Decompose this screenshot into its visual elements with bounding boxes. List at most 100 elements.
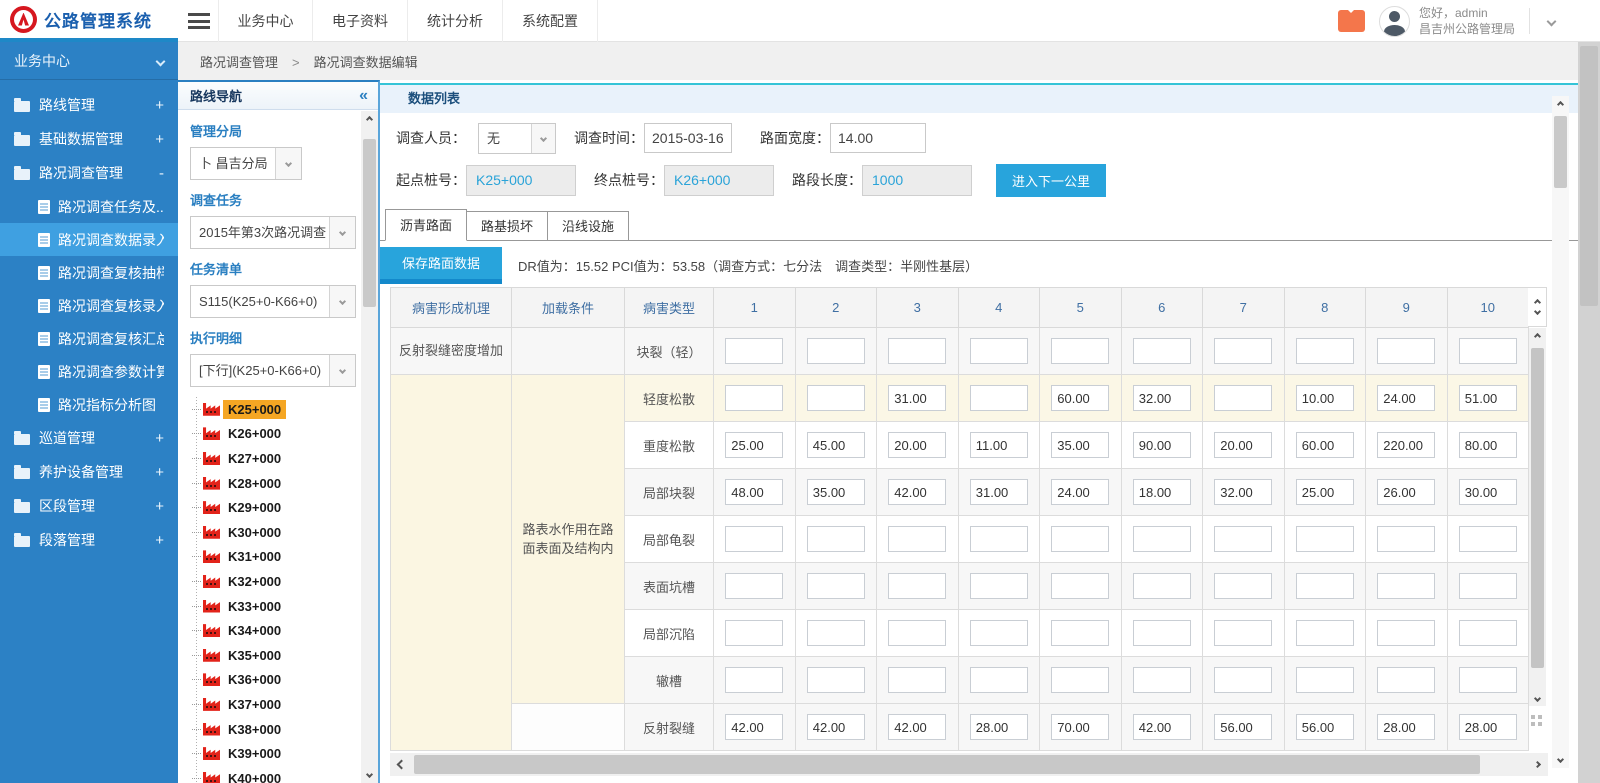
- page-scrollbar[interactable]: [1578, 42, 1600, 783]
- damage-value-input[interactable]: [1296, 526, 1354, 552]
- damage-value-input[interactable]: [1459, 432, 1517, 458]
- damage-value-input[interactable]: [1051, 338, 1109, 364]
- damage-value-input[interactable]: [807, 620, 865, 646]
- surveyor-select[interactable]: 无: [478, 123, 556, 154]
- damage-value-input[interactable]: [1459, 338, 1517, 364]
- damage-value-input[interactable]: [1377, 479, 1435, 505]
- damage-value-input[interactable]: [1133, 573, 1191, 599]
- damage-value-input[interactable]: [807, 432, 865, 458]
- chevron-down-icon[interactable]: [1548, 12, 1555, 30]
- tree-item[interactable]: K27+000: [192, 446, 360, 471]
- damage-value-input[interactable]: [1459, 385, 1517, 411]
- table-vertical-scrollbar[interactable]: [1529, 328, 1546, 706]
- damage-value-input[interactable]: [1133, 432, 1191, 458]
- damage-value-input[interactable]: [1214, 385, 1272, 411]
- survey-time-input[interactable]: [644, 123, 732, 153]
- damage-value-input[interactable]: [1459, 573, 1517, 599]
- task-list-select[interactable]: S115(K25+0-K66+0): [190, 285, 356, 318]
- sidebar-item[interactable]: 路况调查复核汇总: [0, 322, 178, 355]
- damage-value-input[interactable]: [807, 526, 865, 552]
- damage-value-input[interactable]: [725, 479, 783, 505]
- damage-value-input[interactable]: [970, 338, 1028, 364]
- sidebar-item[interactable]: 路况调查管理-: [0, 156, 178, 190]
- chevron-down-icon[interactable]: [329, 217, 355, 248]
- exec-detail-select[interactable]: [下行](K25+0-K66+0): [190, 354, 356, 387]
- damage-value-input[interactable]: [1377, 714, 1435, 740]
- damage-value-input[interactable]: [1296, 667, 1354, 693]
- damage-value-input[interactable]: [1377, 338, 1435, 364]
- damage-value-input[interactable]: [1214, 338, 1272, 364]
- damage-value-input[interactable]: [970, 573, 1028, 599]
- scroll-up-icon[interactable]: [1533, 299, 1540, 306]
- expand-toggle-icon[interactable]: -: [159, 165, 164, 182]
- collapse-panel-icon[interactable]: «: [359, 87, 368, 105]
- damage-value-input[interactable]: [1296, 338, 1354, 364]
- damage-value-input[interactable]: [1133, 526, 1191, 552]
- scroll-up-icon[interactable]: [361, 111, 378, 128]
- tab[interactable]: 路基损坏: [466, 211, 548, 241]
- avatar[interactable]: [1379, 6, 1410, 37]
- tree-item[interactable]: K35+000: [192, 643, 360, 668]
- damage-value-input[interactable]: [1051, 432, 1109, 458]
- mail-icon[interactable]: [1338, 10, 1365, 32]
- scrollbar-thumb[interactable]: [1531, 348, 1544, 668]
- scrollbar-thumb[interactable]: [363, 139, 376, 307]
- top-nav-item[interactable]: 业务中心: [218, 0, 313, 42]
- expand-toggle-icon[interactable]: +: [155, 430, 164, 447]
- damage-value-input[interactable]: [1296, 620, 1354, 646]
- scrollbar-thumb[interactable]: [1580, 46, 1598, 306]
- save-pavement-data-button[interactable]: 保存路面数据: [380, 247, 502, 284]
- damage-value-input[interactable]: [725, 573, 783, 599]
- damage-value-input[interactable]: [1214, 620, 1272, 646]
- damage-value-input[interactable]: [970, 714, 1028, 740]
- damage-value-input[interactable]: [1133, 385, 1191, 411]
- damage-value-input[interactable]: [807, 714, 865, 740]
- damage-value-input[interactable]: [1133, 620, 1191, 646]
- damage-value-input[interactable]: [1214, 432, 1272, 458]
- damage-value-input[interactable]: [725, 714, 783, 740]
- sidebar-item[interactable]: 段落管理+: [0, 523, 178, 557]
- damage-value-input[interactable]: [1377, 385, 1435, 411]
- damage-value-input[interactable]: [1214, 714, 1272, 740]
- tree-item[interactable]: K28+000: [192, 471, 360, 496]
- sidebar-item[interactable]: 基础数据管理+: [0, 122, 178, 156]
- sidebar-item[interactable]: 路况调查参数计算: [0, 355, 178, 388]
- scroll-down-icon[interactable]: [1552, 751, 1569, 768]
- expand-toggle-icon[interactable]: +: [155, 532, 164, 549]
- damage-value-input[interactable]: [888, 338, 946, 364]
- damage-value-input[interactable]: [725, 620, 783, 646]
- tree-item[interactable]: K33+000: [192, 594, 360, 619]
- scrollbar-thumb[interactable]: [414, 755, 1480, 774]
- column-scroll-buttons[interactable]: [1528, 287, 1547, 327]
- damage-value-input[interactable]: [1133, 667, 1191, 693]
- damage-value-input[interactable]: [1133, 714, 1191, 740]
- sidebar-item[interactable]: 路线管理+: [0, 88, 178, 122]
- damage-value-input[interactable]: [888, 667, 946, 693]
- top-nav-item[interactable]: 统计分析: [408, 0, 503, 42]
- damage-value-input[interactable]: [1214, 667, 1272, 693]
- resize-grip-icon[interactable]: [1531, 715, 1545, 729]
- end-stake-input[interactable]: [664, 165, 774, 196]
- chevron-down-icon[interactable]: [329, 286, 355, 317]
- top-nav-item[interactable]: 电子资料: [313, 0, 408, 42]
- tree-item[interactable]: K34+000: [192, 618, 360, 643]
- damage-value-input[interactable]: [1051, 479, 1109, 505]
- damage-value-input[interactable]: [1459, 479, 1517, 505]
- tree-item[interactable]: K38+000: [192, 717, 360, 742]
- sidebar-item-active[interactable]: 路况调查数据录入: [0, 223, 178, 256]
- damage-value-input[interactable]: [1459, 667, 1517, 693]
- branch-select[interactable]: 卜 昌吉分局: [190, 147, 302, 180]
- start-stake-input[interactable]: [466, 165, 576, 196]
- scroll-up-icon[interactable]: [1529, 328, 1546, 344]
- tree-item[interactable]: K32+000: [192, 569, 360, 594]
- table-horizontal-scrollbar[interactable]: [390, 753, 1548, 776]
- scrollbar-thumb[interactable]: [1554, 116, 1567, 188]
- damage-value-input[interactable]: [970, 620, 1028, 646]
- tree-item[interactable]: K36+000: [192, 668, 360, 693]
- damage-value-input[interactable]: [725, 385, 783, 411]
- damage-value-input[interactable]: [1459, 526, 1517, 552]
- damage-value-input[interactable]: [888, 432, 946, 458]
- tab[interactable]: 沿线设施: [547, 211, 629, 241]
- scroll-down-icon[interactable]: [361, 766, 378, 783]
- damage-value-input[interactable]: [1214, 526, 1272, 552]
